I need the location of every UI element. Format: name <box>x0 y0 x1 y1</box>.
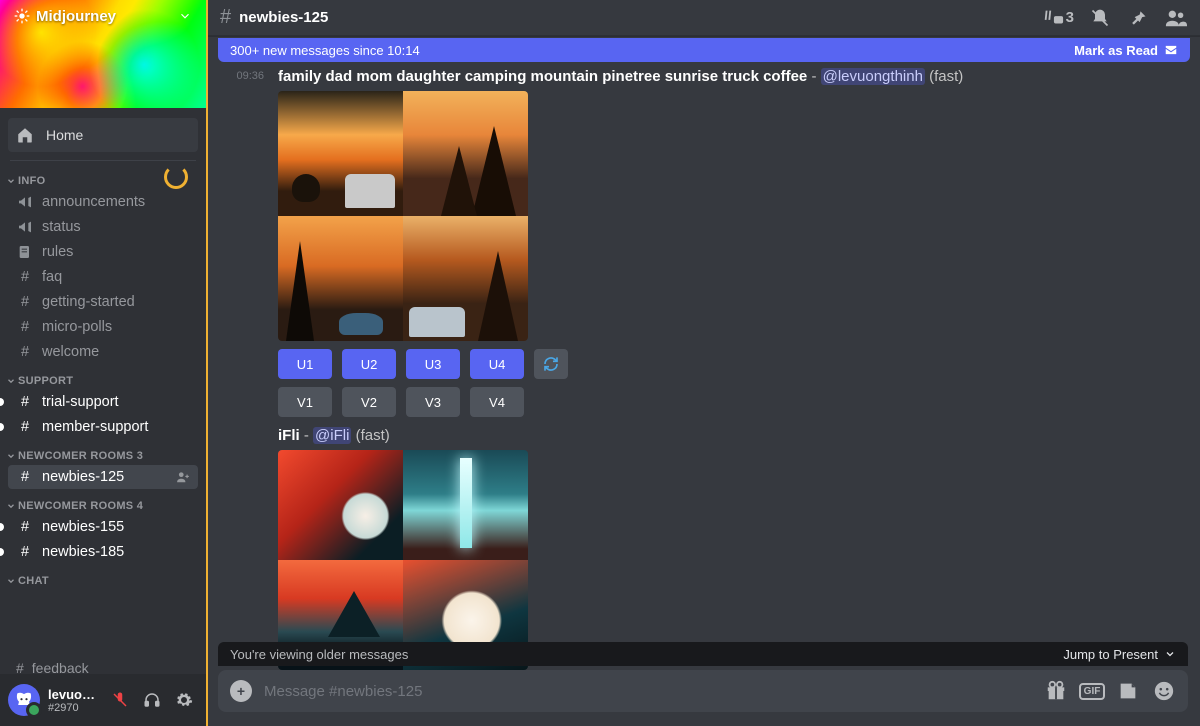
v3-button[interactable]: V3 <box>406 387 460 417</box>
add-user-icon[interactable] <box>176 470 190 484</box>
category-support[interactable]: SUPPORT <box>0 365 206 389</box>
channel-member-support[interactable]: #member-support <box>8 415 198 439</box>
channel-rules[interactable]: rules <box>8 240 198 264</box>
generated-image-2 <box>403 450 528 560</box>
hash-icon: # <box>16 519 34 535</box>
channel-welcome[interactable]: #welcome <box>8 340 198 364</box>
generated-image-1 <box>278 91 403 216</box>
older-messages-bar[interactable]: You're viewing older messages Jump to Pr… <box>218 642 1188 666</box>
members-icon[interactable] <box>1164 6 1188 30</box>
message-prompt: family dad mom daughter camping mountain… <box>278 68 1184 85</box>
pinned-icon[interactable] <box>1126 6 1150 30</box>
generated-image-2 <box>403 91 528 216</box>
v1-button[interactable]: V1 <box>278 387 332 417</box>
v4-button[interactable]: V4 <box>470 387 524 417</box>
composer-wrap: + GIF <box>218 670 1188 712</box>
mark-as-read-button[interactable]: Mark as Read <box>1074 43 1178 58</box>
v2-button[interactable]: V2 <box>342 387 396 417</box>
hash-icon: # <box>16 544 34 560</box>
loading-icon <box>164 165 188 189</box>
channel-status[interactable]: status <box>8 215 198 239</box>
channel-newbies-125[interactable]: # newbies-125 <box>8 465 198 489</box>
server-name: Midjourney <box>36 8 116 25</box>
message: iFli - @iFli (fast) <box>278 427 1184 670</box>
category-chat[interactable]: CHAT <box>0 565 206 589</box>
channel-newbies-185[interactable]: #newbies-185 <box>8 540 198 564</box>
composer: + GIF <box>218 670 1188 712</box>
u1-button[interactable]: U1 <box>278 349 332 379</box>
new-messages-bar[interactable]: 300+ new messages since 10:14 Mark as Re… <box>218 38 1190 62</box>
reroll-button[interactable] <box>534 349 568 379</box>
gift-icon[interactable] <box>1044 679 1068 703</box>
channel-list: Home INFO announcements status rules #fa… <box>0 108 206 726</box>
server-header[interactable]: Midjourney <box>0 0 206 32</box>
rules-icon <box>16 244 34 260</box>
new-messages-text: 300+ new messages since 10:14 <box>230 43 420 58</box>
channel-newbies-155[interactable]: #newbies-155 <box>8 515 198 539</box>
attach-button[interactable]: + <box>230 680 252 702</box>
hash-icon: # <box>16 394 34 410</box>
mute-icon[interactable] <box>106 686 134 714</box>
hash-icon: # <box>16 294 34 310</box>
emoji-icon[interactable] <box>1152 679 1176 703</box>
channel-micro-polls[interactable]: #micro-polls <box>8 315 198 339</box>
settings-icon[interactable] <box>170 686 198 714</box>
user-tag: #2970 <box>48 702 98 714</box>
u2-button[interactable]: U2 <box>342 349 396 379</box>
mention[interactable]: @iFli <box>313 427 351 444</box>
variation-row: V1 V2 V3 V4 <box>278 387 1184 417</box>
hash-icon: # <box>16 319 34 335</box>
generated-image-1 <box>278 450 403 560</box>
image-grid[interactable] <box>278 91 528 341</box>
channel-title: newbies-125 <box>239 9 328 26</box>
message-input[interactable] <box>264 683 1032 700</box>
channel-faq[interactable]: #faq <box>8 265 198 289</box>
jump-to-present-button[interactable]: Jump to Present <box>1063 647 1176 662</box>
channel-announcements[interactable]: announcements <box>8 190 198 214</box>
notifications-muted-icon[interactable] <box>1088 6 1112 30</box>
server-icon <box>14 8 30 24</box>
sidebar-home[interactable]: Home <box>8 118 198 152</box>
channel-header: # newbies-125 3 <box>208 0 1200 36</box>
sticker-icon[interactable] <box>1116 679 1140 703</box>
image-grid[interactable] <box>278 450 528 670</box>
chevron-down-icon[interactable] <box>178 9 192 23</box>
hash-icon: # <box>16 469 34 485</box>
user-name: levuongthi... <box>48 687 98 702</box>
mention[interactable]: @levuongthinh <box>821 68 925 85</box>
hash-icon: # <box>220 6 231 29</box>
timestamp: 09:36 <box>224 68 264 670</box>
hash-icon: # <box>16 344 34 360</box>
home-icon <box>16 126 34 144</box>
hash-icon: # <box>16 269 34 285</box>
deafen-icon[interactable] <box>138 686 166 714</box>
channel-getting-started[interactable]: #getting-started <box>8 290 198 314</box>
older-text: You're viewing older messages <box>230 647 408 662</box>
upscale-row: U1 U2 U3 U4 <box>278 349 1184 379</box>
user-panel: levuongthi... #2970 <box>0 674 206 726</box>
category-info[interactable]: INFO <box>0 165 206 189</box>
channel-trial-support[interactable]: #trial-support <box>8 390 198 414</box>
u4-button[interactable]: U4 <box>470 349 524 379</box>
category-newcomer-4[interactable]: NEWCOMER ROOMS 4 <box>0 490 206 514</box>
message: 09:36 family dad mom daughter camping mo… <box>224 66 1184 672</box>
divider <box>10 160 196 161</box>
channel-sidebar: Midjourney Home INFO announcements statu… <box>0 0 206 726</box>
u3-button[interactable]: U3 <box>406 349 460 379</box>
gif-icon[interactable]: GIF <box>1080 679 1104 703</box>
threads-icon[interactable]: 3 <box>1042 6 1074 30</box>
generated-image-4 <box>403 216 528 341</box>
megaphone-icon <box>16 219 34 235</box>
messages: 09:36 family dad mom daughter camping mo… <box>208 62 1200 726</box>
category-newcomer-3[interactable]: NEWCOMER ROOMS 3 <box>0 440 206 464</box>
generated-image-3 <box>278 216 403 341</box>
home-label: Home <box>46 127 83 143</box>
main-content: # newbies-125 3 300+ new messages since … <box>206 0 1200 726</box>
avatar[interactable] <box>8 684 40 716</box>
megaphone-icon <box>16 194 34 210</box>
message-prompt: iFli - @iFli (fast) <box>278 427 1184 444</box>
hash-icon: # <box>16 419 34 435</box>
